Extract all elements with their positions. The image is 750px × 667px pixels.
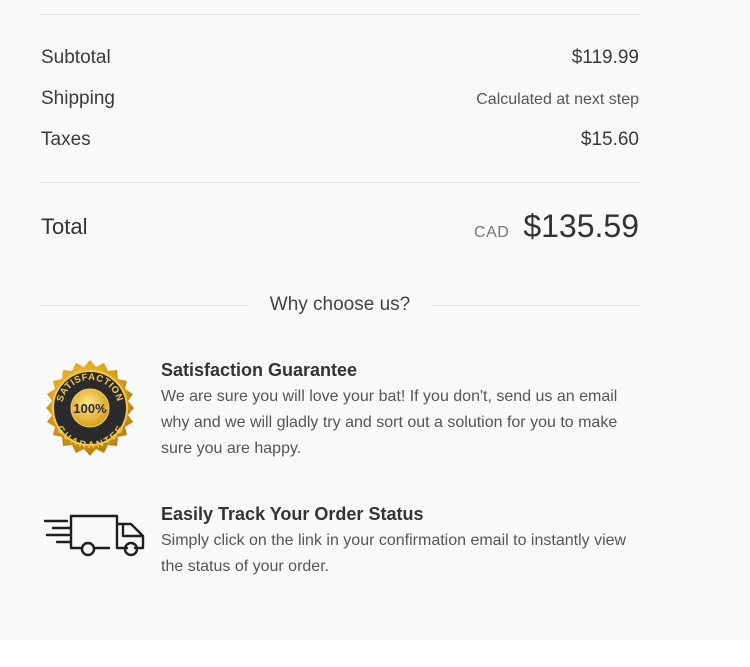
satisfaction-title: Satisfaction Guarantee <box>161 360 358 380</box>
subtotal-value: $119.99 <box>571 47 639 68</box>
satisfaction-text: Satisfaction Guarantee We are sure you w… <box>161 358 641 462</box>
badge-center-text: 100% <box>73 401 107 416</box>
total-value: $135.59 <box>523 208 639 244</box>
page-footer-band <box>0 640 750 667</box>
track-order-text: Easily Track Your Order Status Simply cl… <box>161 502 641 580</box>
total-currency: CAD <box>474 224 510 241</box>
summary-divider <box>41 182 639 183</box>
total-label: Total <box>41 213 88 239</box>
order-summary-page: Subtotal $119.99 Shipping Calculated at … <box>0 0 750 667</box>
satisfaction-description: We are sure you will love your bat! If y… <box>161 388 618 457</box>
shipping-value: Calculated at next step <box>476 91 639 108</box>
satisfaction-badge-icon: SATISFACTION GUARANTEE 100% <box>40 358 140 463</box>
feature-track-order: Easily Track Your Order Status Simply cl… <box>40 502 640 592</box>
total-amount: CAD $135.59 <box>474 208 639 245</box>
shipping-row: Shipping Calculated at next step <box>41 88 639 110</box>
taxes-label: Taxes <box>41 129 91 150</box>
track-order-description: Simply click on the link in your confirm… <box>161 532 627 575</box>
why-choose-us-heading: Why choose us? <box>41 290 639 320</box>
heading-line-left <box>41 304 248 306</box>
subtotal-row: Subtotal $119.99 <box>41 47 639 69</box>
total-row: Total CAD $135.59 <box>41 208 639 245</box>
taxes-row: Taxes $15.60 <box>41 129 639 151</box>
why-choose-us-title: Why choose us? <box>269 294 411 315</box>
feature-satisfaction-guarantee: SATISFACTION GUARANTEE 100% Satisfaction… <box>40 358 640 468</box>
track-order-title: Easily Track Your Order Status <box>161 504 424 524</box>
heading-line-right <box>432 304 639 306</box>
subtotal-label: Subtotal <box>41 47 111 68</box>
top-divider <box>41 14 639 15</box>
taxes-value: $15.60 <box>580 129 639 150</box>
shipping-label: Shipping <box>41 88 115 109</box>
delivery-truck-icon <box>43 512 149 565</box>
